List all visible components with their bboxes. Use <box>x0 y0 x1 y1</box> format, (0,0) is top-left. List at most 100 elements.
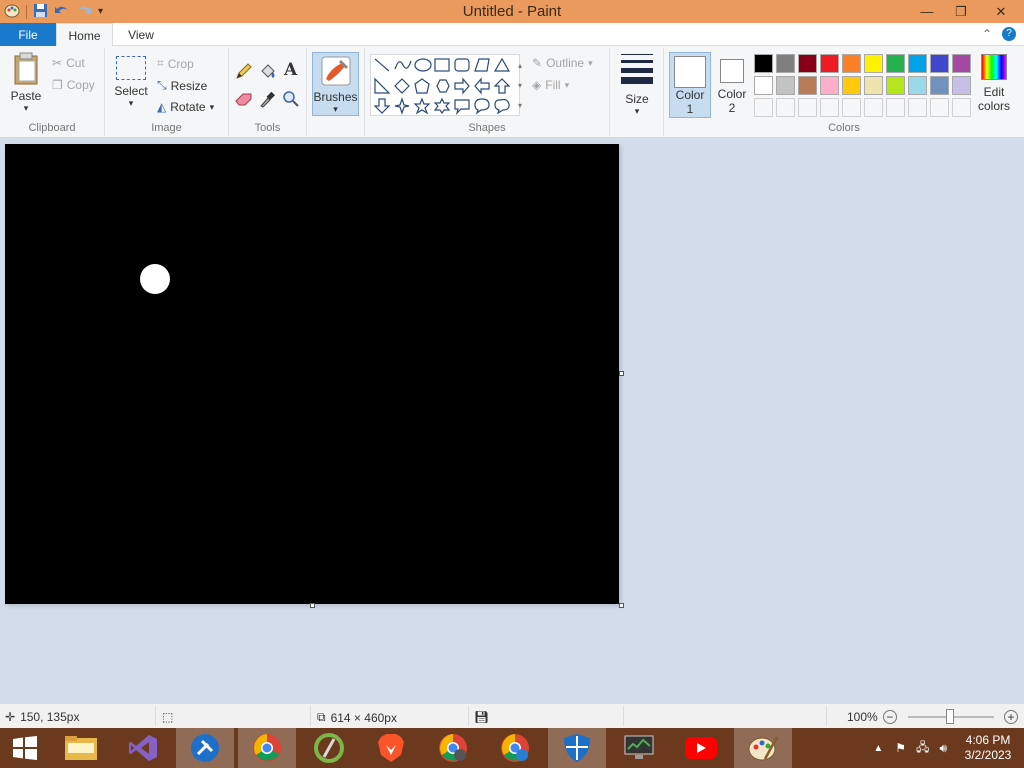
palette-swatch[interactable] <box>864 54 883 73</box>
taskbar-monitor-app[interactable] <box>610 728 668 768</box>
copy-button[interactable]: ❐ Copy <box>52 78 95 92</box>
palette-custom-slot[interactable] <box>930 98 949 117</box>
taskbar-file-explorer[interactable] <box>52 728 110 768</box>
palette-swatch[interactable] <box>754 76 773 95</box>
palette-swatch[interactable] <box>754 54 773 73</box>
zoom-slider-thumb[interactable] <box>946 709 954 724</box>
taskbar-chrome-3[interactable] <box>486 728 544 768</box>
triangle-shape-icon[interactable] <box>493 57 511 72</box>
palette-custom-slot[interactable] <box>842 98 861 117</box>
minimize-button[interactable]: — <box>910 0 944 23</box>
polygon-shape-icon[interactable] <box>474 58 490 72</box>
five-point-star-shape-icon[interactable] <box>413 97 431 115</box>
palette-swatch[interactable] <box>930 76 949 95</box>
up-arrow-shape-icon[interactable] <box>493 78 511 94</box>
taskbar-chrome-1[interactable] <box>238 728 296 768</box>
palette-swatch[interactable] <box>820 54 839 73</box>
palette-swatch[interactable] <box>886 54 905 73</box>
action-center-flag-icon[interactable]: ⚑ <box>890 741 911 755</box>
canvas-resize-handle-bottom[interactable] <box>310 603 315 608</box>
palette-custom-slot[interactable] <box>952 98 971 117</box>
hexagon-shape-icon[interactable] <box>436 79 450 93</box>
taskbar-chrome-2[interactable] <box>424 728 482 768</box>
right-triangle-shape-icon[interactable] <box>374 77 391 94</box>
outline-button[interactable]: ✎ Outline ▾ <box>532 56 593 70</box>
palette-swatch[interactable] <box>864 76 883 95</box>
taskbar-tools-app[interactable] <box>176 728 234 768</box>
show-hidden-icons-chevron-icon[interactable]: ▲ <box>866 743 890 754</box>
callout-rect-shape-icon[interactable] <box>454 99 470 115</box>
start-button[interactable] <box>0 728 50 768</box>
palette-swatch[interactable] <box>930 54 949 73</box>
tab-home[interactable]: Home <box>56 23 113 47</box>
color2-button[interactable]: Color 2 <box>714 52 750 115</box>
diamond-shape-icon[interactable] <box>394 78 410 94</box>
rotate-button[interactable]: ◭ Rotate ▾ <box>157 100 214 114</box>
collapse-ribbon-icon[interactable]: ⌃ <box>982 27 992 41</box>
canvas-resize-handle-corner[interactable] <box>619 603 624 608</box>
fill-bucket-icon[interactable] <box>259 62 277 83</box>
close-button[interactable]: ✕ <box>978 0 1024 23</box>
color1-button[interactable]: Color 1 <box>669 52 711 118</box>
tab-view[interactable]: View <box>113 23 169 46</box>
palette-custom-slot[interactable] <box>908 98 927 117</box>
taskbar-visual-studio[interactable] <box>114 728 172 768</box>
zoom-in-button[interactable]: + <box>1004 710 1018 724</box>
resize-button[interactable]: ⤡ Resize <box>157 78 207 93</box>
palette-swatch[interactable] <box>776 76 795 95</box>
rectangle-shape-icon[interactable] <box>434 58 450 72</box>
taskbar-youtube[interactable] <box>672 728 730 768</box>
restore-button[interactable]: ❐ <box>944 0 978 23</box>
palette-custom-slot[interactable] <box>798 98 817 117</box>
palette-swatch[interactable] <box>820 76 839 95</box>
volume-icon[interactable]: 🔊︎ <box>934 741 952 756</box>
four-point-star-shape-icon[interactable] <box>394 97 410 115</box>
paste-button[interactable]: Paste ▾ <box>6 52 46 114</box>
callout-oval-shape-icon[interactable] <box>474 98 490 115</box>
magnifier-icon[interactable] <box>283 90 299 111</box>
down-arrow-shape-icon[interactable] <box>373 98 391 114</box>
palette-swatch[interactable] <box>776 54 795 73</box>
brushes-button[interactable]: Brushes ▾ <box>312 52 359 116</box>
palette-swatch[interactable] <box>798 54 817 73</box>
palette-custom-slot[interactable] <box>886 98 905 117</box>
taskbar-clock[interactable]: 4:06 PM 3/2/2023 <box>952 733 1024 763</box>
pentagon-shape-icon[interactable] <box>414 78 430 94</box>
taskbar-ccleaner[interactable] <box>300 728 358 768</box>
taskbar-paint[interactable] <box>734 728 792 768</box>
text-tool-icon[interactable]: A <box>284 60 297 80</box>
palette-swatch[interactable] <box>842 76 861 95</box>
palette-custom-slot[interactable] <box>820 98 839 117</box>
drawing-canvas[interactable] <box>5 144 619 604</box>
select-button[interactable]: Select ▾ <box>113 56 149 109</box>
palette-swatch[interactable] <box>952 54 971 73</box>
taskbar-defender[interactable] <box>548 728 606 768</box>
six-point-star-shape-icon[interactable] <box>433 97 451 115</box>
palette-swatch[interactable] <box>908 76 927 95</box>
help-icon[interactable]: ? <box>1002 27 1016 41</box>
line-shape-icon[interactable] <box>374 58 390 72</box>
palette-swatch[interactable] <box>952 76 971 95</box>
palette-swatch[interactable] <box>798 76 817 95</box>
zoom-out-button[interactable]: − <box>882 710 897 724</box>
palette-swatch[interactable] <box>908 54 927 73</box>
cut-button[interactable]: ✂ Cut <box>52 56 85 70</box>
curve-shape-icon[interactable] <box>394 60 412 70</box>
network-icon[interactable]: 🖧︎ <box>911 738 934 759</box>
rounded-rectangle-shape-icon[interactable] <box>454 58 470 72</box>
canvas-resize-handle-right[interactable] <box>619 371 624 376</box>
palette-custom-slot[interactable] <box>754 98 773 117</box>
pencil-icon[interactable] <box>235 62 253 83</box>
palette-custom-slot[interactable] <box>864 98 883 117</box>
taskbar-brave[interactable] <box>362 728 420 768</box>
shapes-scroll[interactable]: ▴ ▾ ▾ <box>515 56 525 116</box>
edit-colors-button[interactable]: Edit colors <box>972 52 1016 113</box>
right-arrow-shape-icon[interactable] <box>454 77 470 95</box>
size-button[interactable]: Size ▾ <box>618 54 656 117</box>
eraser-icon[interactable] <box>235 92 253 109</box>
left-arrow-shape-icon[interactable] <box>474 77 490 95</box>
palette-swatch[interactable] <box>842 54 861 73</box>
palette-swatch[interactable] <box>886 76 905 95</box>
callout-cloud-shape-icon[interactable] <box>494 98 510 115</box>
crop-button[interactable]: ⌗ Crop <box>157 56 194 71</box>
